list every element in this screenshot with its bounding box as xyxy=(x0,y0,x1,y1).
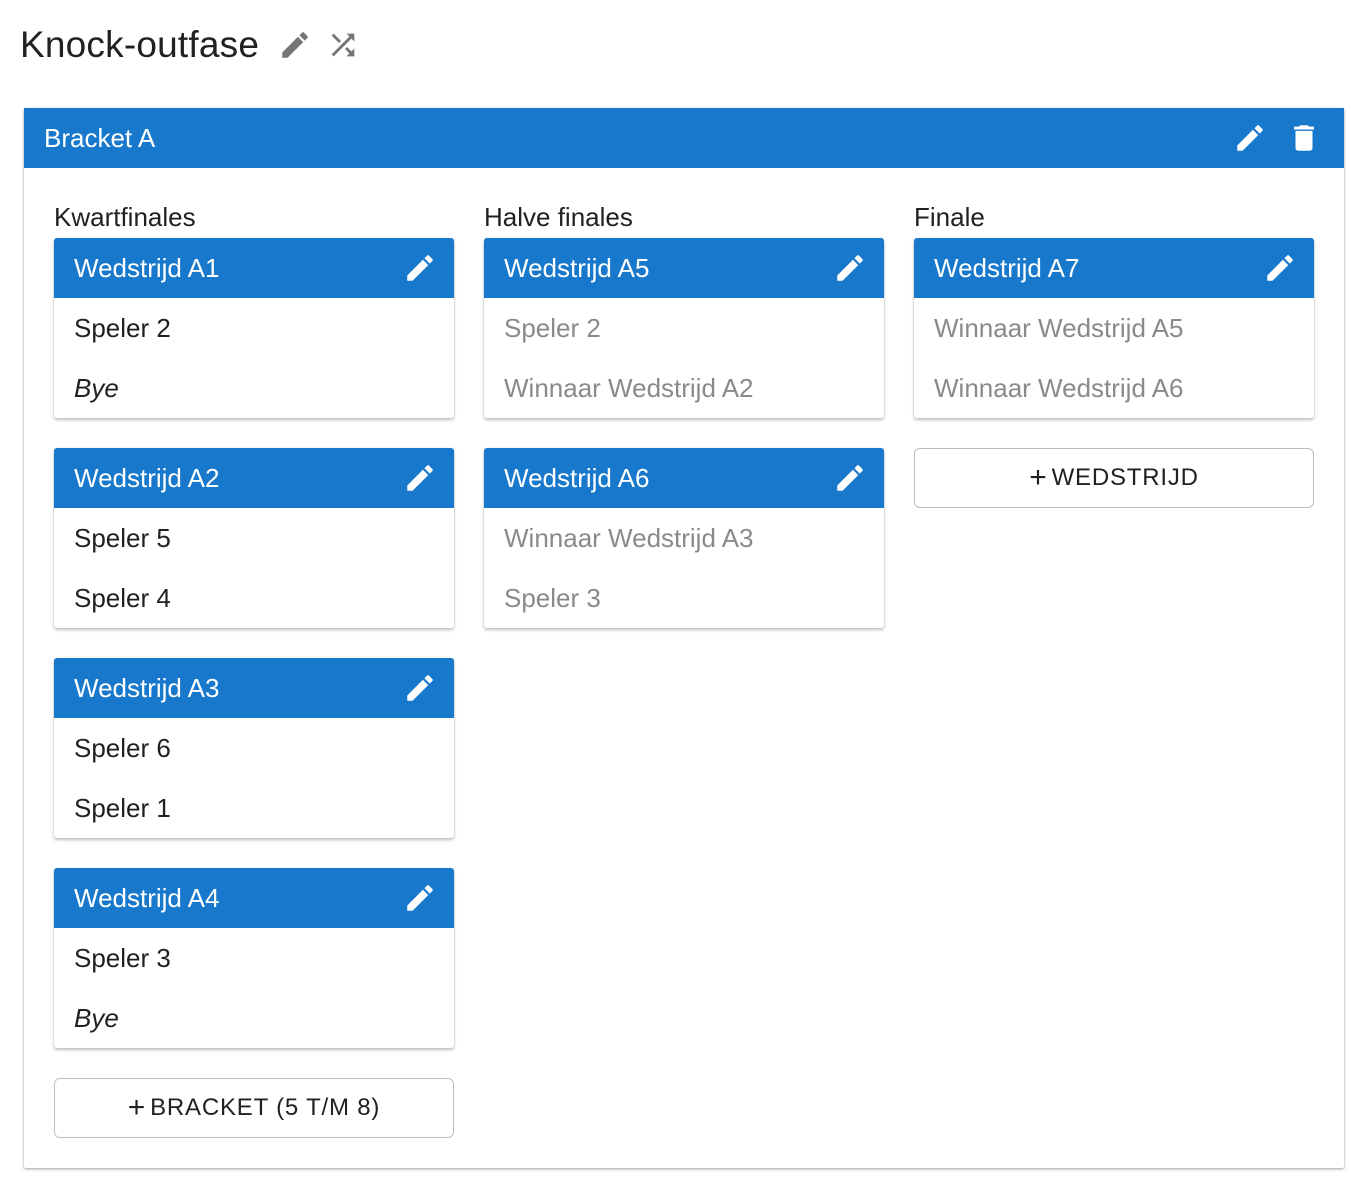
match-header: Wedstrijd A7 xyxy=(914,238,1314,298)
match-card: Wedstrijd A5 Speler 2 Winnaar Wedstrijd … xyxy=(484,238,884,418)
trash-icon[interactable] xyxy=(1284,118,1324,158)
match-card: Wedstrijd A7 Winnaar Wedstrijd A5 Winnaa… xyxy=(914,238,1314,418)
match-title: Wedstrijd A5 xyxy=(504,252,650,283)
player-slot: Speler 4 xyxy=(74,582,171,613)
round-title-finale: Finale xyxy=(914,202,985,232)
match-card: Wedstrijd A6 Winnaar Wedstrijd A3 Speler… xyxy=(484,448,884,628)
player-slot: Winnaar Wedstrijd A2 xyxy=(504,372,754,403)
add-match-button[interactable]: + WEDSTRIJD xyxy=(914,448,1314,508)
match-card: Wedstrijd A3 Speler 6 Speler 1 xyxy=(54,658,454,838)
player-slot-bye: Bye xyxy=(74,372,119,403)
player-slot: Speler 5 xyxy=(74,522,171,553)
round-title-kwartfinales: Kwartfinales xyxy=(54,202,196,232)
match-header: Wedstrijd A3 xyxy=(54,658,454,718)
add-match-label: WEDSTRIJD xyxy=(1051,464,1199,491)
player-slot: Speler 2 xyxy=(74,312,171,343)
pencil-icon[interactable] xyxy=(400,878,440,918)
match-title: Wedstrijd A3 xyxy=(74,672,220,703)
match-card: Wedstrijd A1 Speler 2 Bye xyxy=(54,238,454,418)
match-title: Wedstrijd A2 xyxy=(74,462,220,493)
match-header: Wedstrijd A4 xyxy=(54,868,454,928)
match-header: Wedstrijd A6 xyxy=(484,448,884,508)
page-header: Knock-outfase xyxy=(20,20,361,70)
match-title: Wedstrijd A4 xyxy=(74,882,220,913)
bracket-card: Bracket A Kwartfinales Wedstrijd A1 Spel… xyxy=(24,108,1344,1168)
page-title: Knock-outfase xyxy=(20,24,260,65)
plus-icon: + xyxy=(127,1091,147,1124)
add-bracket-button[interactable]: + BRACKET (5 T/M 8) xyxy=(54,1078,454,1138)
add-bracket-label: BRACKET (5 T/M 8) xyxy=(150,1094,381,1121)
match-title: Wedstrijd A6 xyxy=(504,462,650,493)
pencil-icon[interactable] xyxy=(400,668,440,708)
pencil-icon[interactable] xyxy=(400,248,440,288)
player-slot: Speler 3 xyxy=(74,942,171,973)
player-slot: Speler 6 xyxy=(74,732,171,763)
match-header: Wedstrijd A2 xyxy=(54,448,454,508)
player-slot: Speler 2 xyxy=(504,312,601,343)
match-title: Wedstrijd A7 xyxy=(934,252,1080,283)
player-slot: Speler 1 xyxy=(74,792,171,823)
match-header: Wedstrijd A5 xyxy=(484,238,884,298)
player-slot-bye: Bye xyxy=(74,1002,119,1033)
bracket-header: Bracket A xyxy=(24,108,1344,168)
shuffle-icon[interactable] xyxy=(325,27,361,63)
plus-icon: + xyxy=(1029,461,1048,494)
pencil-icon[interactable] xyxy=(830,458,870,498)
pencil-icon[interactable] xyxy=(830,248,870,288)
player-slot: Winnaar Wedstrijd A5 xyxy=(934,312,1184,343)
match-card: Wedstrijd A4 Speler 3 Bye xyxy=(54,868,454,1048)
player-slot: Winnaar Wedstrijd A6 xyxy=(934,372,1184,403)
pencil-icon[interactable] xyxy=(1230,118,1270,158)
match-header: Wedstrijd A1 xyxy=(54,238,454,298)
match-card: Wedstrijd A2 Speler 5 Speler 4 xyxy=(54,448,454,628)
player-slot: Speler 3 xyxy=(504,582,601,613)
pencil-icon[interactable] xyxy=(277,27,313,63)
match-title: Wedstrijd A1 xyxy=(74,252,220,283)
pencil-icon[interactable] xyxy=(400,458,440,498)
round-title-halve-finales: Halve finales xyxy=(484,202,633,232)
pencil-icon[interactable] xyxy=(1260,248,1300,288)
player-slot: Winnaar Wedstrijd A3 xyxy=(504,522,754,553)
bracket-title: Bracket A xyxy=(44,122,156,153)
